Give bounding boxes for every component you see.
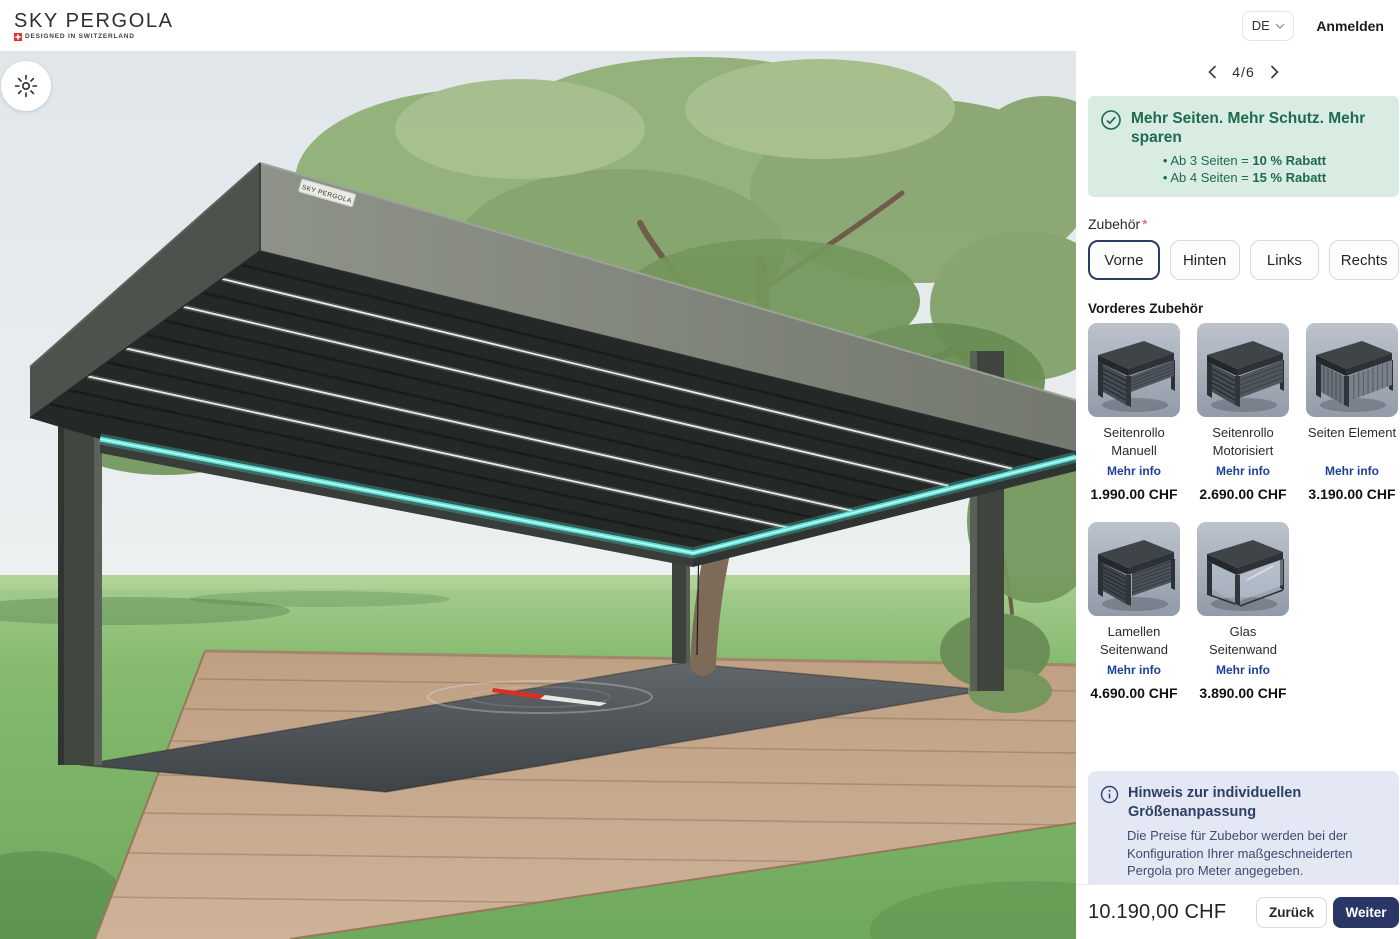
- product-more-info-link[interactable]: Mehr info: [1306, 464, 1398, 478]
- top-bar: SKY PERGOLA DESIGNED IN SWITZERLAND DE A…: [0, 0, 1400, 51]
- promo-bullet-list: • Ab 3 Seiten = 10 % Rabatt• Ab 4 Seiten…: [1100, 152, 1389, 186]
- sun-icon: [13, 73, 39, 99]
- product-card-rollo-manuell[interactable]: Seitenrollo Manuell Mehr info 1.990.00 CHF: [1088, 323, 1180, 502]
- product-more-info-link[interactable]: Mehr info: [1197, 464, 1289, 478]
- prev-step-button[interactable]: [1206, 63, 1219, 81]
- side-button-links[interactable]: Links: [1250, 240, 1320, 280]
- product-price: 2.690.00 CHF: [1197, 486, 1289, 502]
- product-name: Seitenrollo Manuell: [1088, 424, 1180, 460]
- product-name: Seitenrollo Motorisiert: [1197, 424, 1289, 460]
- next-step-button[interactable]: [1268, 63, 1281, 81]
- panel-footer: 10.190,00 CHF Zurück Weiter: [1076, 884, 1400, 939]
- brand-tagline-row: DESIGNED IN SWITZERLAND: [14, 33, 174, 41]
- back-button[interactable]: Zurück: [1256, 897, 1327, 928]
- chevron-right-icon: [1270, 65, 1279, 79]
- promo-title: Mehr Seiten. Mehr Schutz. Mehr sparen: [1131, 109, 1389, 147]
- login-link[interactable]: Anmelden: [1316, 18, 1384, 34]
- product-card-lamellen-seitenwand[interactable]: Lamellen Seitenwand Mehr info 4.690.00 CHF: [1088, 522, 1180, 701]
- side-button-rechts[interactable]: Rechts: [1329, 240, 1399, 280]
- brand-name: SKY PERGOLA: [14, 11, 174, 31]
- brand-logo: SKY PERGOLA DESIGNED IN SWITZERLAND: [14, 11, 174, 41]
- product-more-info-link[interactable]: Mehr info: [1088, 464, 1180, 478]
- product-more-info-link[interactable]: Mehr info: [1197, 663, 1289, 677]
- product-name: Lamellen Seitenwand: [1088, 623, 1180, 659]
- config-panel: 4/6 Mehr Seiten. Mehr Schutz. Mehr spare…: [1076, 51, 1400, 939]
- product-thumbnail[interactable]: [1197, 522, 1289, 616]
- step-counter: 4/6: [1232, 64, 1254, 80]
- language-value: DE: [1252, 18, 1270, 33]
- product-price: 3.890.00 CHF: [1197, 685, 1289, 701]
- side-toggle-group: VorneHintenLinksRechts: [1088, 240, 1399, 280]
- product-thumbnail[interactable]: [1088, 323, 1180, 417]
- product-price: 1.990.00 CHF: [1088, 486, 1180, 502]
- product-grid: Seitenrollo Manuell Mehr info 1.990.00 CHF…: [1088, 323, 1399, 701]
- accessory-label: Zubehör*: [1088, 216, 1399, 232]
- check-circle-icon: [1100, 109, 1122, 131]
- info-icon: [1100, 785, 1119, 804]
- product-card-seiten-element[interactable]: Seiten Element Mehr info 3.190.00 CHF: [1306, 323, 1398, 502]
- promo-bullet: • Ab 4 Seiten = 15 % Rabatt: [1100, 169, 1389, 186]
- size-notice-box: Hinweis zur individuellen Größenanpassun…: [1088, 771, 1399, 893]
- product-thumbnail[interactable]: [1197, 323, 1289, 417]
- discount-promo-box: Mehr Seiten. Mehr Schutz. Mehr sparen • …: [1088, 96, 1399, 197]
- side-button-vorne[interactable]: Vorne: [1088, 240, 1160, 280]
- step-pagination: 4/6: [1088, 63, 1399, 81]
- language-selector[interactable]: DE: [1242, 11, 1294, 41]
- product-card-glas-seitenwand[interactable]: Glas Seitenwand Mehr info 3.890.00 CHF: [1197, 522, 1289, 701]
- product-price: 4.690.00 CHF: [1088, 685, 1180, 701]
- chevron-left-icon: [1208, 65, 1217, 79]
- chevron-down-icon: [1275, 23, 1285, 29]
- product-card-rollo-motorisiert[interactable]: Seitenrollo Motorisiert Mehr info 2.690.00…: [1197, 323, 1289, 502]
- required-asterisk: *: [1142, 216, 1147, 232]
- pergola-3d-scene: SKY PERGOLA: [0, 51, 1076, 939]
- total-price: 10.190,00 CHF: [1088, 901, 1226, 924]
- swiss-flag-icon: [14, 33, 22, 41]
- product-name: Seiten Element: [1306, 424, 1398, 460]
- notice-title: Hinweis zur individuellen Größenanpassun…: [1128, 784, 1387, 822]
- side-button-hinten[interactable]: Hinten: [1170, 240, 1240, 280]
- product-name: Glas Seitenwand: [1197, 623, 1289, 659]
- viewer-canvas[interactable]: SKY PERGOLA: [0, 51, 1076, 939]
- product-thumbnail[interactable]: [1088, 522, 1180, 616]
- product-price: 3.190.00 CHF: [1306, 486, 1398, 502]
- product-thumbnail[interactable]: [1306, 323, 1398, 417]
- next-button[interactable]: Weiter: [1333, 897, 1399, 928]
- daylight-toggle-button[interactable]: [1, 61, 51, 111]
- brand-tagline: DESIGNED IN SWITZERLAND: [25, 33, 135, 40]
- promo-bullet: • Ab 3 Seiten = 10 % Rabatt: [1100, 152, 1389, 169]
- notice-body: Die Preise für Zubebor werden bei der Ko…: [1127, 827, 1387, 880]
- config-panel-content: 4/6 Mehr Seiten. Mehr Schutz. Mehr spare…: [1076, 51, 1400, 884]
- accessory-label-text: Zubehör: [1088, 216, 1140, 232]
- product-more-info-link[interactable]: Mehr info: [1088, 663, 1180, 677]
- products-heading: Vorderes Zubehör: [1088, 301, 1399, 316]
